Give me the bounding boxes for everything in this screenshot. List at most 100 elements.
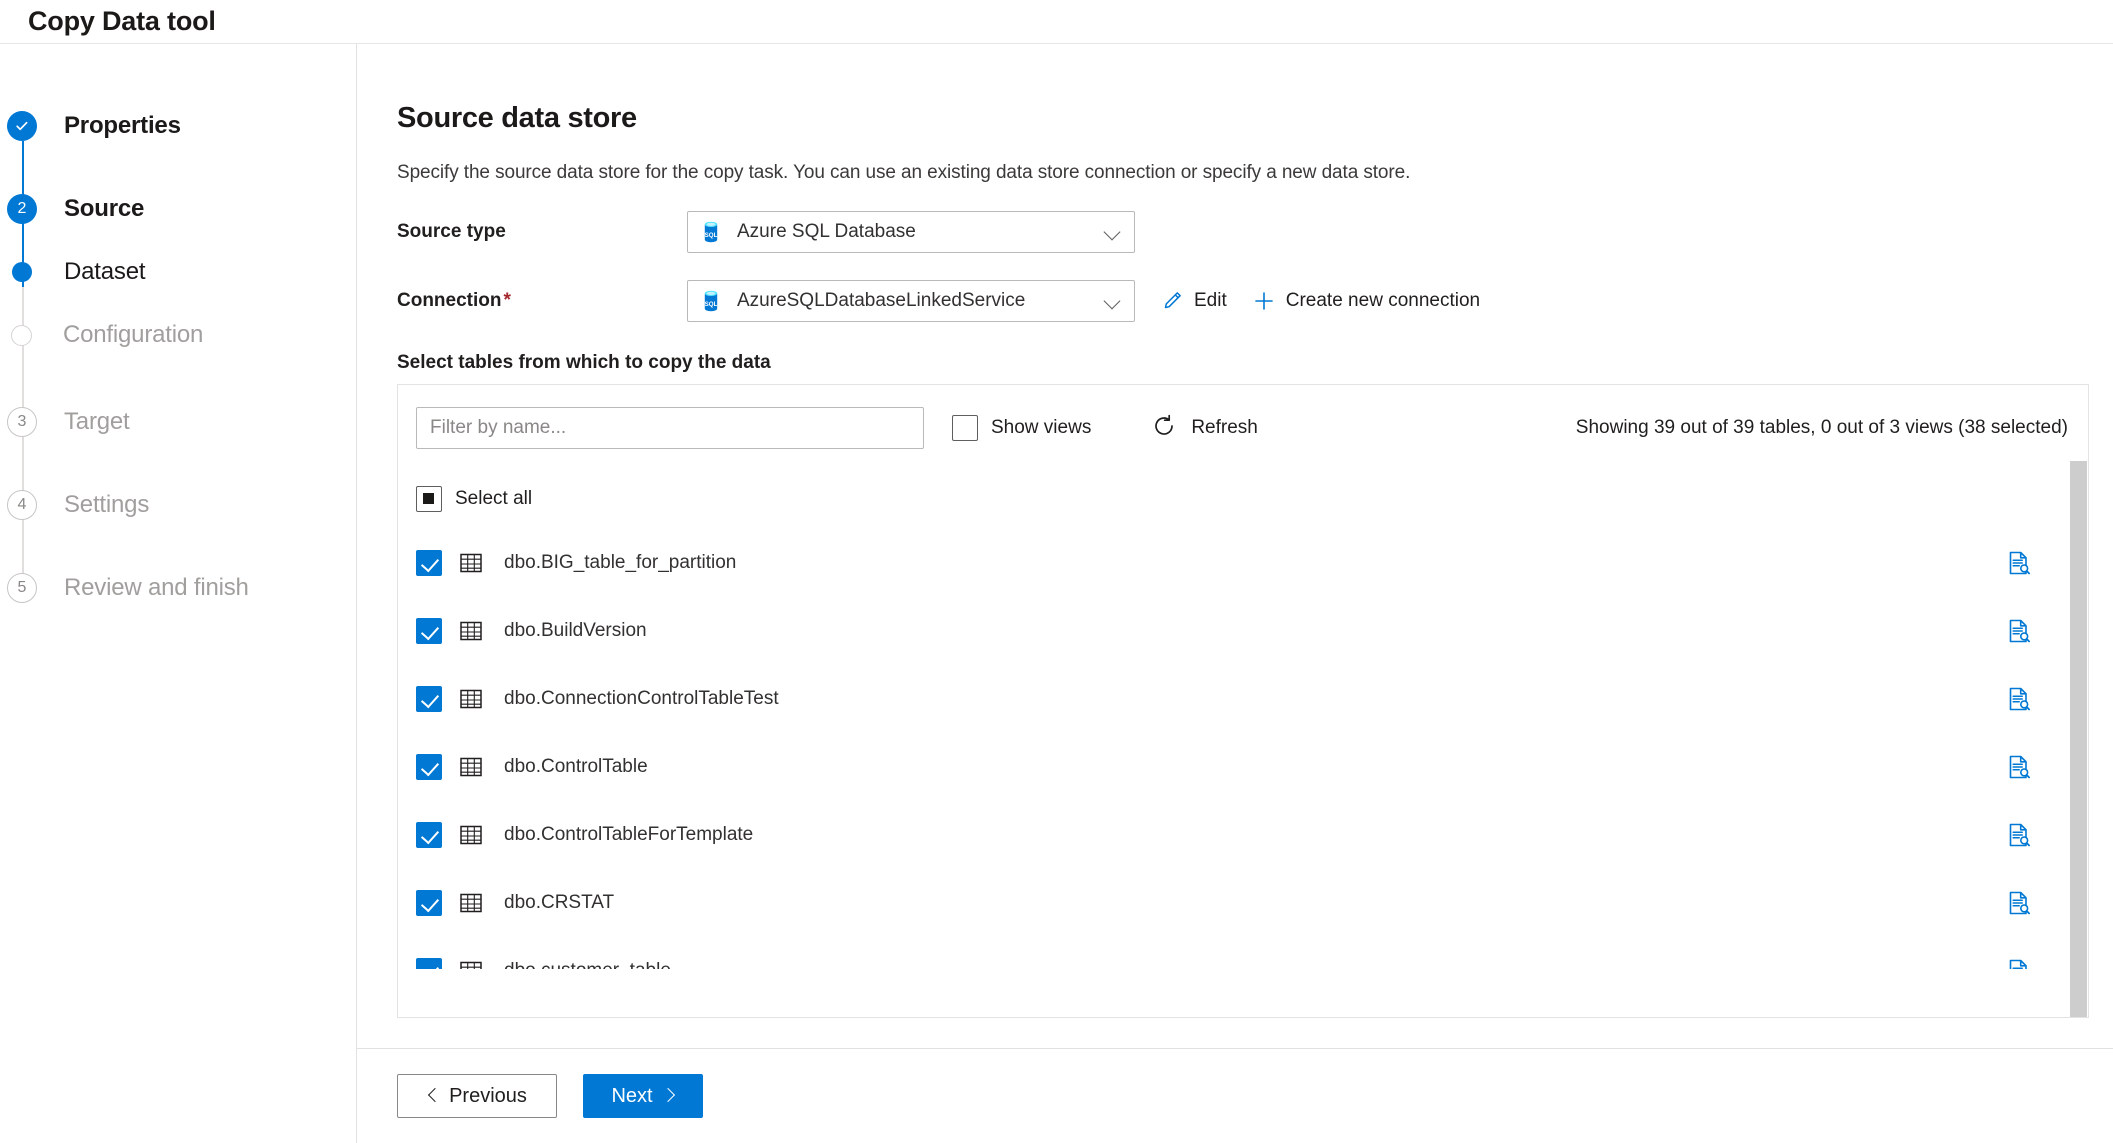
chevron-left-icon	[427, 1090, 439, 1102]
show-views-checkbox[interactable]	[952, 415, 978, 441]
table-row[interactable]: dbo.ControlTableForTemplate	[398, 801, 2088, 869]
table-row[interactable]: dbo.ConnectionControlTableTest	[398, 665, 2088, 733]
refresh-button[interactable]: Refresh	[1151, 413, 1258, 444]
chevron-down-icon	[1104, 292, 1122, 310]
table-icon	[458, 754, 484, 780]
previous-button[interactable]: Previous	[397, 1074, 557, 1118]
table-row-checkbox[interactable]	[416, 822, 442, 848]
tables-scrollbar[interactable]	[2070, 461, 2087, 1017]
sidebar-step-label-review: Review and finish	[64, 574, 249, 601]
svg-text:SQL: SQL	[705, 301, 718, 308]
preview-data-icon[interactable]	[2006, 890, 2032, 916]
preview-data-icon[interactable]	[2006, 550, 2032, 576]
app-shell: Properties 2 Source Dataset Configuratio…	[0, 44, 2113, 1143]
select-all-label: Select all	[455, 488, 533, 509]
table-row-checkbox[interactable]	[416, 890, 442, 916]
tables-toolbar: Show views Refresh Showing 39 out of 39 …	[398, 385, 2088, 453]
select-tables-heading: Select tables from which to copy the dat…	[397, 352, 771, 373]
step-check-icon	[7, 111, 37, 141]
sidebar-step-label-dataset: Dataset	[64, 258, 146, 285]
table-name: dbo.ConnectionControlTableTest	[504, 688, 779, 709]
page-description: Specify the source data store for the co…	[397, 162, 1411, 183]
pencil-icon	[1161, 290, 1183, 312]
refresh-label: Refresh	[1191, 417, 1258, 438]
edit-connection-button[interactable]: Edit	[1161, 290, 1227, 312]
table-name: dbo.ControlTable	[504, 756, 648, 777]
source-type-label: Source type	[397, 221, 506, 242]
table-name: dbo.BIG_table_for_partition	[504, 552, 737, 573]
step-number-badge: 2	[7, 194, 37, 224]
plus-icon	[1253, 290, 1275, 312]
source-type-dropdown[interactable]: SQL Azure SQL Database	[687, 211, 1135, 253]
table-icon	[458, 890, 484, 916]
table-row-checkbox[interactable]	[416, 686, 442, 712]
step-empty-circle-icon	[11, 324, 32, 346]
show-views-label: Show views	[991, 417, 1092, 438]
table-row-checkbox[interactable]	[416, 754, 442, 780]
step-dot-icon	[12, 262, 32, 282]
source-type-row: Source type SQL Azure SQL Database	[397, 211, 2113, 253]
sidebar-step-label-target: Target	[64, 408, 130, 435]
table-icon	[458, 618, 484, 644]
window-titlebar: Copy Data tool	[0, 0, 2113, 44]
main-panel: Source data store Specify the source dat…	[357, 44, 2113, 1143]
create-new-connection-label: Create new connection	[1285, 290, 1481, 311]
tables-list: dbo.BIG_table_for_partition dbo.BuildVer…	[398, 529, 2088, 969]
table-row-checkbox[interactable]	[416, 550, 442, 576]
table-icon	[458, 550, 484, 576]
step-number-badge-review: 5	[7, 573, 37, 603]
tables-scrollbar-thumb[interactable]	[2070, 461, 2087, 1017]
next-button[interactable]: Next	[583, 1074, 703, 1118]
showing-count-text: Showing 39 out of 39 tables, 0 out of 3 …	[1575, 417, 2068, 438]
wizard-footer: Previous Next	[357, 1048, 2113, 1143]
table-row-checkbox[interactable]	[416, 618, 442, 644]
preview-data-icon[interactable]	[2006, 686, 2032, 712]
sidebar-step-label-source: Source	[64, 195, 145, 222]
azure-sql-database-icon: SQL	[701, 290, 721, 312]
main-body: Source data store Specify the source dat…	[357, 44, 2113, 1048]
table-row[interactable]: dbo.customer_table	[398, 937, 2088, 969]
window-title: Copy Data tool	[28, 6, 216, 36]
tables-panel: Show views Refresh Showing 39 out of 39 …	[397, 384, 2089, 1018]
table-row-checkbox[interactable]	[416, 958, 442, 969]
preview-data-icon[interactable]	[2006, 822, 2032, 848]
table-row[interactable]: dbo.CRSTAT	[398, 869, 2088, 937]
table-name: dbo.customer_table	[504, 960, 671, 969]
table-row[interactable]: dbo.BuildVersion	[398, 597, 2088, 665]
refresh-icon	[1151, 413, 1177, 444]
azure-sql-database-icon: SQL	[701, 221, 721, 243]
table-icon	[458, 822, 484, 848]
show-views-checkbox-row[interactable]: Show views	[952, 415, 1091, 441]
select-all-checkbox[interactable]	[416, 486, 442, 512]
table-name: dbo.ControlTableForTemplate	[504, 824, 754, 845]
connection-row: Connection * SQL AzureSQLDatabaseLinkedSe…	[397, 280, 2113, 322]
sidebar-step-label-settings: Settings	[64, 491, 150, 518]
connection-value: AzureSQLDatabaseLinkedService	[737, 290, 1026, 311]
next-button-label: Next	[611, 1084, 653, 1107]
wizard-steps-sidebar: Properties 2 Source Dataset Configuratio…	[0, 44, 357, 1143]
table-row[interactable]: dbo.BIG_table_for_partition	[398, 529, 2088, 597]
table-row[interactable]: dbo.ControlTable	[398, 733, 2088, 801]
sidebar-step-label-configuration: Configuration	[63, 321, 204, 348]
connection-dropdown[interactable]: SQL AzureSQLDatabaseLinkedService	[687, 280, 1135, 322]
create-new-connection-button[interactable]: Create new connection	[1253, 290, 1480, 312]
preview-data-icon[interactable]	[2006, 958, 2032, 969]
table-name: dbo.CRSTAT	[504, 892, 615, 913]
source-type-value: Azure SQL Database	[737, 221, 916, 242]
chevron-down-icon	[1104, 223, 1122, 241]
table-name: dbo.BuildVersion	[504, 620, 647, 641]
step-number-badge-target: 3	[7, 407, 37, 437]
edit-connection-label: Edit	[1194, 290, 1227, 311]
table-icon	[458, 686, 484, 712]
preview-data-icon[interactable]	[2006, 618, 2032, 644]
page-title: Source data store	[397, 102, 637, 134]
select-all-row[interactable]: Select all	[398, 469, 2088, 529]
preview-data-icon[interactable]	[2006, 754, 2032, 780]
connection-label: Connection *	[397, 290, 687, 312]
connection-label-text: Connection	[397, 290, 502, 311]
filter-by-name-input[interactable]	[416, 407, 924, 449]
required-asterisk: *	[503, 290, 511, 311]
step-number-badge-settings: 4	[7, 490, 37, 520]
svg-text:SQL: SQL	[705, 232, 718, 239]
table-icon	[458, 958, 484, 969]
